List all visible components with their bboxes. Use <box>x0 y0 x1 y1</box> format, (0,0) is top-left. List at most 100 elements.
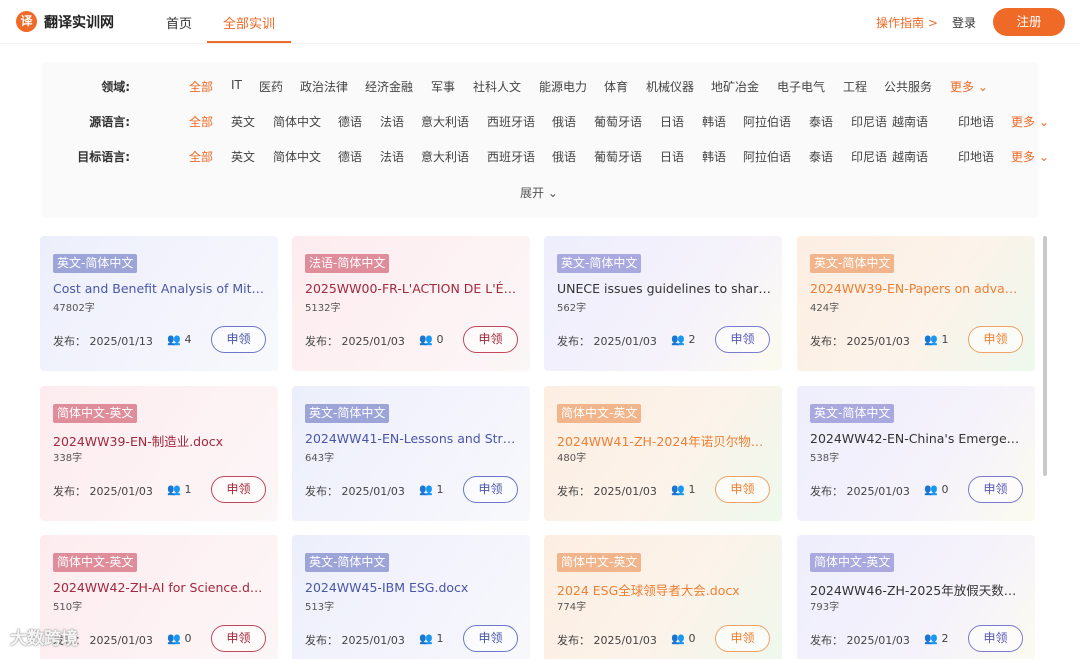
target-language-filter-option[interactable]: 越南语 <box>892 148 928 165</box>
source-language-filter-option[interactable]: 泰语 <box>809 113 833 130</box>
source-language-filter-option[interactable]: 俄语 <box>552 113 576 130</box>
task-title[interactable]: 2024WW42-EN-China's Emergenc... <box>810 431 1024 446</box>
source-language-filter-option[interactable]: 日语 <box>660 113 684 130</box>
people-icon: 👥 <box>924 483 938 496</box>
apply-button[interactable]: 申领 <box>463 326 518 353</box>
target-language-filter-option[interactable]: 全部 <box>189 148 213 165</box>
source-language-filter-option[interactable]: 法语 <box>380 113 404 130</box>
source-language-filter-option[interactable]: 韩语 <box>702 113 726 130</box>
apply-button[interactable]: 申领 <box>211 326 266 353</box>
domain-filter-option[interactable]: 工程 <box>843 78 867 95</box>
source-language-filter-option[interactable]: 阿拉伯语 <box>743 113 791 130</box>
domain-filter-option[interactable]: 地矿冶金 <box>711 78 759 95</box>
apply-button[interactable]: 申领 <box>715 476 770 503</box>
source-language-filter-option[interactable]: 德语 <box>338 113 362 130</box>
target-language-filter-option[interactable]: 俄语 <box>552 148 576 165</box>
site-logo-icon[interactable]: 译 <box>16 11 37 32</box>
task-title[interactable]: UNECE issues guidelines to sharpe... <box>557 281 771 296</box>
target-language-filter-option[interactable]: 意大利语 <box>421 148 469 165</box>
apply-button[interactable]: 申领 <box>211 625 266 652</box>
task-title[interactable]: 2024WW41-ZH-2024年诺贝尔物理... <box>557 431 771 450</box>
task-card[interactable]: 英文-简体中文 2024WW45-IBM ESG.docx 513字 发布： 2025… <box>292 535 530 659</box>
domain-filter-option[interactable]: 军事 <box>431 78 455 95</box>
domain-filter-option[interactable]: IT <box>231 78 242 92</box>
source-language-filter-option[interactable]: 意大利语 <box>421 113 469 130</box>
scrollbar[interactable] <box>1043 236 1047 476</box>
task-card[interactable]: 英文-简体中文 Cost and Benefit Analysis of Miti… <box>40 236 278 371</box>
task-card[interactable]: 英文-简体中文 2024WW42-EN-China's Emergenc... 53… <box>797 386 1035 521</box>
task-title[interactable]: 2024WW41-EN-Lessons and Strate... <box>305 431 519 446</box>
task-card[interactable]: 简体中文-英文 2024WW46-ZH-2025年放假天数增... 793字 发布： … <box>797 535 1035 659</box>
apply-button[interactable]: 申领 <box>463 625 518 652</box>
domain-filter-option[interactable]: 更多 ⌄ <box>950 78 988 95</box>
task-card[interactable]: 简体中文-英文 2024WW39-EN-制造业.docx 338字 发布： 2025/… <box>40 386 278 521</box>
apply-button[interactable]: 申领 <box>715 326 770 353</box>
target-language-filter-option[interactable]: 法语 <box>380 148 404 165</box>
domain-filter-option[interactable]: 电子电气 <box>777 78 825 95</box>
domain-filter-option[interactable]: 公共服务 <box>884 78 932 95</box>
source-language-filter-option[interactable]: 简体中文 <box>273 113 321 130</box>
apply-button[interactable]: 申领 <box>968 625 1023 652</box>
task-title[interactable]: 2024WW45-IBM ESG.docx <box>305 580 519 595</box>
apply-button[interactable]: 申领 <box>968 476 1023 503</box>
task-title[interactable]: 2024WW39-EN-Papers on advanc... <box>810 281 1024 296</box>
target-language-filter-option[interactable]: 阿拉伯语 <box>743 148 791 165</box>
domain-filter-option[interactable]: 机械仪器 <box>646 78 694 95</box>
target-language-filter-option[interactable]: 西班牙语 <box>487 148 535 165</box>
task-card[interactable]: 简体中文-英文 2024 ESG全球领导者大会.docx 774字 发布： 2025/… <box>544 535 782 659</box>
source-language-filter-option[interactable]: 印尼语 <box>851 113 887 130</box>
expand-filters-button[interactable]: 展开 ⌄ <box>520 184 558 201</box>
task-card[interactable]: 简体中文-英文 2024WW41-ZH-2024年诺贝尔物理... 480字 发布： … <box>544 386 782 521</box>
nav-all-training[interactable]: 全部实训 <box>208 13 290 32</box>
login-link[interactable]: 登录 <box>952 14 976 31</box>
publish-date: 发布： 2025/01/03 <box>305 335 405 348</box>
domain-filter-option[interactable]: 体育 <box>604 78 628 95</box>
target-language-filter-option[interactable]: 更多 ⌄ <box>1011 148 1049 165</box>
domain-filter-option[interactable]: 全部 <box>189 78 213 95</box>
task-card[interactable]: 英文-简体中文 2024WW41-EN-Lessons and Strate...… <box>292 386 530 521</box>
task-title[interactable]: Cost and Benefit Analysis of Mitiga... <box>53 281 267 296</box>
language-pair-badge: 简体中文-英文 <box>810 553 895 572</box>
domain-filter-option[interactable]: 政治法律 <box>300 78 348 95</box>
target-language-filter-option[interactable]: 泰语 <box>809 148 833 165</box>
task-title[interactable]: 2024WW42-ZH-AI for Science.docx <box>53 580 267 595</box>
task-title[interactable]: 2024 ESG全球领导者大会.docx <box>557 580 771 599</box>
domain-filter-option[interactable]: 医药 <box>259 78 283 95</box>
domain-filter-option[interactable]: 社科人文 <box>473 78 521 95</box>
target-language-filter-option[interactable]: 韩语 <box>702 148 726 165</box>
source-language-filter-option[interactable]: 印地语 <box>958 113 994 130</box>
apply-button[interactable]: 申领 <box>211 476 266 503</box>
task-title[interactable]: 2024WW46-ZH-2025年放假天数增... <box>810 580 1024 599</box>
apply-button[interactable]: 申领 <box>715 625 770 652</box>
source-language-filter-option[interactable]: 英文 <box>231 113 255 130</box>
filter-label-domain: 领域: <box>101 80 130 94</box>
source-language-filter-option[interactable]: 西班牙语 <box>487 113 535 130</box>
domain-filter-option[interactable]: 能源电力 <box>539 78 587 95</box>
source-language-filter-option[interactable]: 全部 <box>189 113 213 130</box>
target-language-filter-option[interactable]: 日语 <box>660 148 684 165</box>
task-title[interactable]: 2024WW39-EN-制造业.docx <box>53 431 267 450</box>
target-language-filter-option[interactable]: 德语 <box>338 148 362 165</box>
site-brand[interactable]: 翻译实训网 <box>44 12 114 32</box>
source-language-filter-option[interactable]: 更多 ⌄ <box>1011 113 1049 130</box>
applicant-number: 0 <box>436 333 444 346</box>
applicant-count: 👥 4 <box>167 333 192 346</box>
applicant-number: 0 <box>941 483 949 496</box>
apply-button[interactable]: 申领 <box>463 476 518 503</box>
task-card[interactable]: 法语-简体中文 2025WW00-FR-L'ACTION DE L'ÉTAT ..… <box>292 236 530 371</box>
target-language-filter-option[interactable]: 葡萄牙语 <box>594 148 642 165</box>
target-language-filter-option[interactable]: 英文 <box>231 148 255 165</box>
task-title[interactable]: 2025WW00-FR-L'ACTION DE L'ÉTAT ... <box>305 281 519 296</box>
target-language-filter-option[interactable]: 简体中文 <box>273 148 321 165</box>
domain-filter-option[interactable]: 经济金融 <box>365 78 413 95</box>
apply-button[interactable]: 申领 <box>968 326 1023 353</box>
guide-link[interactable]: 操作指南 > <box>876 14 938 31</box>
register-button[interactable]: 注册 <box>993 8 1065 36</box>
source-language-filter-option[interactable]: 葡萄牙语 <box>594 113 642 130</box>
nav-home[interactable]: 首页 <box>166 13 192 32</box>
target-language-filter-option[interactable]: 印地语 <box>958 148 994 165</box>
target-language-filter-option[interactable]: 印尼语 <box>851 148 887 165</box>
task-card[interactable]: 英文-简体中文 2024WW39-EN-Papers on advanc... 42… <box>797 236 1035 371</box>
task-card[interactable]: 英文-简体中文 UNECE issues guidelines to sharpe… <box>544 236 782 371</box>
source-language-filter-option[interactable]: 越南语 <box>892 113 928 130</box>
